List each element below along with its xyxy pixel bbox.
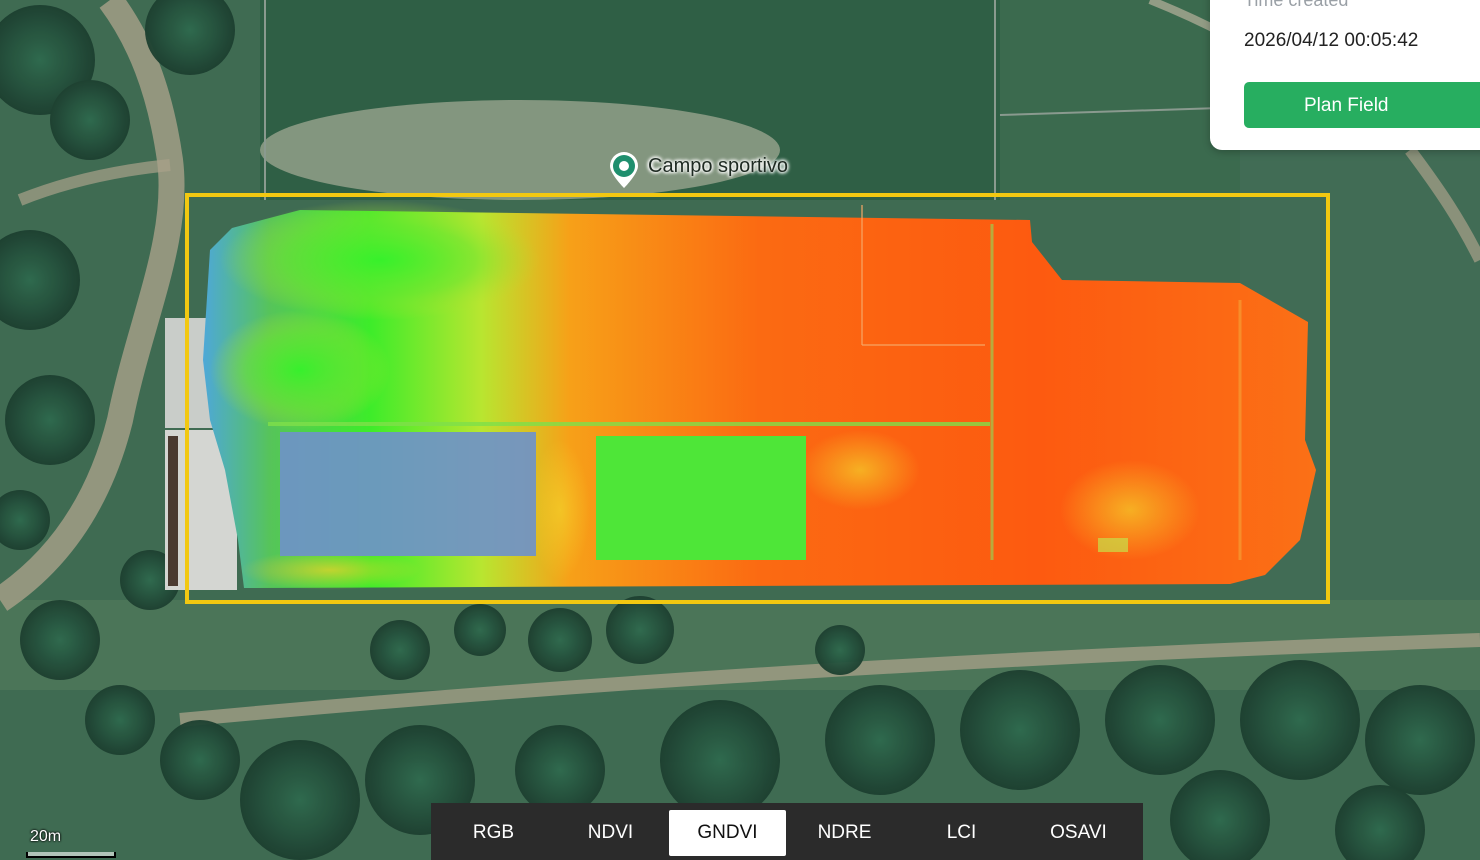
court-blue: [280, 432, 536, 556]
court-green: [596, 436, 806, 560]
map-view[interactable]: Campo sportivo Time created 2026/04/12 0…: [0, 0, 1480, 860]
time-created-value: 2026/04/12 00:05:42: [1244, 30, 1419, 51]
time-created-label: Time created: [1244, 0, 1349, 10]
field-info-panel: Time created 2026/04/12 00:05:42 Plan Fi…: [1210, 0, 1480, 150]
scale-bar: [26, 852, 116, 858]
place-name: Campo sportivo: [648, 154, 789, 177]
place-marker[interactable]: Campo sportivo: [606, 150, 788, 190]
scale-label: 20m: [30, 828, 62, 845]
layer-selector: RGB NDVI GNDVI NDRE LCI OSAVI: [431, 803, 1143, 860]
map-scale: 20m: [26, 828, 118, 858]
tab-lci[interactable]: LCI: [903, 810, 1020, 856]
tab-ndre[interactable]: NDRE: [786, 810, 903, 856]
plan-field-button[interactable]: Plan Field: [1244, 82, 1480, 128]
map-pin-icon: [610, 152, 638, 188]
tab-rgb[interactable]: RGB: [435, 810, 552, 856]
tab-osavi[interactable]: OSAVI: [1020, 810, 1137, 856]
tab-gndvi[interactable]: GNDVI: [669, 810, 786, 856]
tab-ndvi[interactable]: NDVI: [552, 810, 669, 856]
